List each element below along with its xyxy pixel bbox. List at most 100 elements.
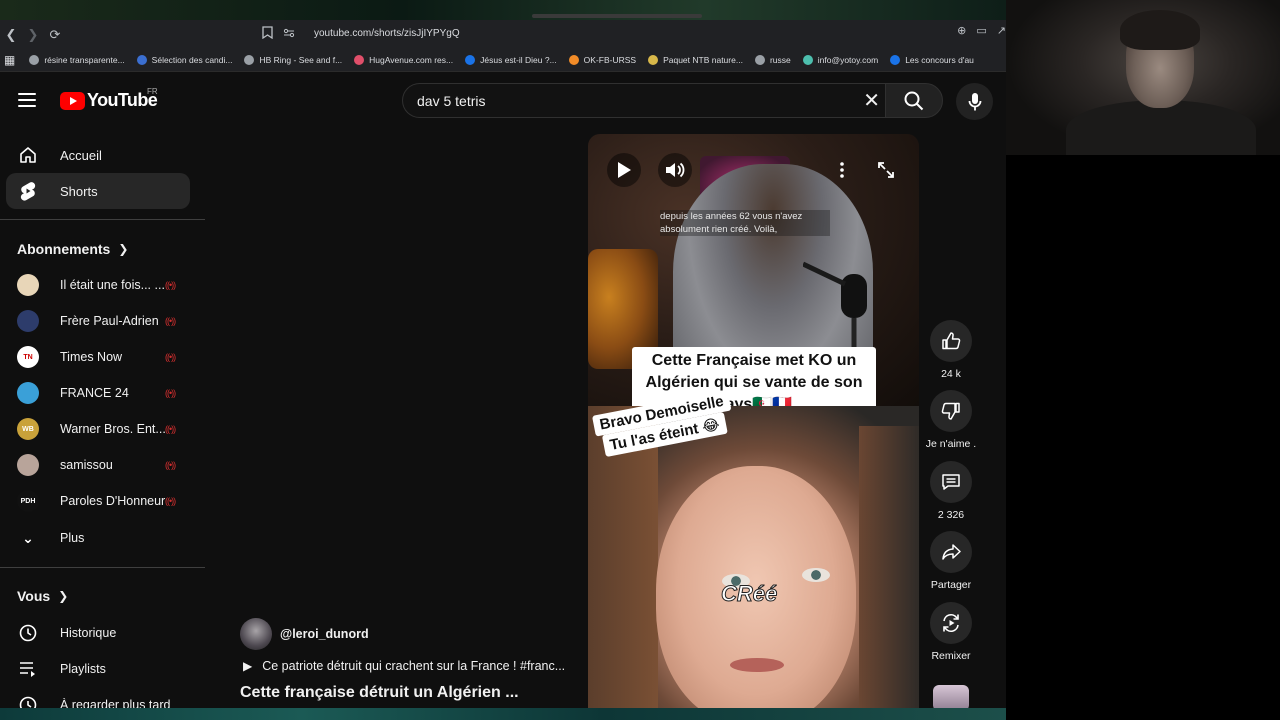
sidebar-item-subscription[interactable]: samissou ((•)) (17, 452, 187, 478)
video-description[interactable]: ▶ Ce patriote détruit qui crachent sur l… (243, 659, 565, 673)
expand-icon (878, 162, 894, 178)
sidebar-item-subscription[interactable]: Il était une fois... ... ((•)) (17, 272, 187, 298)
chevron-right-icon: ❯ (58, 589, 69, 603)
bookmark-item[interactable]: résine transparente... (29, 55, 125, 65)
bookmark-item[interactable]: Paquet NTB nature... (648, 55, 743, 65)
playlist-icon (17, 658, 39, 680)
channel-avatar (17, 454, 39, 476)
share-action[interactable]: Partager (926, 531, 976, 591)
sidebar-item-more[interactable]: ⌄ Plus (17, 525, 187, 551)
play-button[interactable] (607, 153, 641, 187)
live-indicator-icon: ((•)) (165, 460, 176, 470)
volume-button[interactable] (658, 153, 692, 187)
dislike-action[interactable]: Je n'aime . (926, 390, 976, 450)
zoom-icon[interactable]: ⊕ (957, 24, 966, 37)
bookmark-item[interactable]: Les concours d'au (890, 55, 974, 65)
divider (0, 567, 205, 568)
share-button[interactable] (930, 531, 972, 573)
bookmark-favicon-icon (648, 55, 659, 65)
short-video-player[interactable]: depuis les années 62 vous n'avez absolum… (588, 134, 919, 714)
sidebar-item-accueil[interactable]: Accueil (6, 137, 190, 173)
sidebar-item-subscription[interactable]: Frère Paul-Adrien ((•)) (17, 308, 187, 334)
thumbs-down-icon (941, 402, 960, 420)
bookmark-favicon-icon (754, 55, 765, 65)
history-label: Historique (60, 626, 117, 640)
cast-icon[interactable]: ▭ (976, 24, 986, 37)
youtube-logo[interactable]: YouTube FR (60, 87, 158, 111)
channel-name: Frère Paul-Adrien (60, 314, 159, 328)
sidebar-item-shorts[interactable]: Shorts (6, 173, 190, 209)
tab-indicator[interactable] (532, 14, 702, 18)
more-vertical-icon (840, 162, 844, 178)
comment-action[interactable]: 2 326 (926, 461, 976, 521)
webcam-person-hair (1120, 10, 1200, 50)
video-caption: depuis les années 62 vous n'avez absolum… (660, 210, 830, 236)
address-bar[interactable]: youtube.com/shorts/zisJjIYPYgQ (314, 28, 460, 39)
sidebar-item-subscription[interactable]: TN Times Now ((•)) (17, 344, 187, 370)
bookmark-label: HugAvenue.com res... (369, 55, 454, 65)
bookmark-item[interactable]: HugAvenue.com res... (354, 55, 453, 65)
sidebar-item-label: Shorts (60, 183, 98, 199)
channel-handle[interactable]: @leroi_dunord (280, 627, 369, 641)
reload-icon[interactable]: ⟳ (44, 24, 66, 46)
desktop-taskbar-edge (0, 708, 1006, 720)
like-button[interactable] (930, 320, 972, 362)
forward-icon[interactable]: ❯ (22, 24, 44, 46)
bookmark-item[interactable]: russe (754, 55, 791, 65)
channel-name: samissou (60, 458, 113, 472)
microphone-icon (968, 92, 981, 110)
bookmark-favicon-icon (465, 55, 476, 65)
subscriptions-header[interactable]: Abonnements ❯ (17, 241, 128, 257)
fullscreen-button[interactable] (869, 153, 903, 187)
remix-label: Remixer (931, 650, 971, 662)
apps-icon[interactable]: ▦ (4, 53, 15, 67)
remix-icon (943, 613, 959, 633)
video-title[interactable]: Cette française détruit un Algérien ... (240, 684, 519, 702)
remix-button[interactable] (930, 602, 972, 644)
bookmark-item[interactable]: HB Ring - See and f... (244, 55, 342, 65)
sidebar-item-subscription[interactable]: FRANCE 24 ((•)) (17, 380, 187, 406)
bookmark-favicon-icon (244, 55, 255, 65)
bookmark-favicon-icon (890, 55, 901, 65)
video-frame-bottom (588, 406, 919, 714)
search-input[interactable]: dav 5 tetris ✕ (402, 83, 886, 118)
bookmark-favicon-icon (354, 55, 365, 65)
channel-info[interactable]: @leroi_dunord (240, 618, 369, 650)
like-action[interactable]: 24 k (926, 320, 976, 380)
channel-avatar (17, 310, 39, 332)
thumbs-up-icon (942, 332, 961, 350)
bookmark-item[interactable]: Sélection des candi... (136, 55, 232, 65)
share-page-icon[interactable]: ↗ (997, 24, 1006, 37)
sidebar-item-subscription[interactable]: PDH Paroles D'Honneur ((•)) (17, 488, 187, 514)
comment-button[interactable] (930, 461, 972, 503)
bookmark-item[interactable]: OK-FB-URSS (568, 55, 636, 65)
more-options-button[interactable] (825, 153, 859, 187)
sidebar-item-playlists[interactable]: Playlists (17, 656, 187, 682)
browser-toolbar: ❮ ❯ ⟳ youtube.com/shorts/zisJjIYPYgQ ⊕ ▭… (0, 20, 1006, 49)
you-header[interactable]: Vous ❯ (17, 588, 68, 604)
site-info-icon[interactable] (283, 27, 295, 42)
voice-search-button[interactable] (956, 83, 993, 120)
dislike-button[interactable] (930, 390, 972, 432)
channel-name: Paroles D'Honneur (60, 494, 166, 508)
channel-avatar: TN (17, 346, 39, 368)
bookmarks-bar: ▦ résine transparente... Sélection des ca… (0, 49, 1006, 72)
back-icon[interactable]: ❮ (0, 24, 22, 46)
sidebar-item-history[interactable]: Historique (17, 620, 187, 646)
channel-avatar (17, 274, 39, 296)
channel-avatar: WB (17, 418, 39, 440)
live-indicator-icon: ((•)) (165, 352, 176, 362)
empty-area (1006, 155, 1280, 720)
more-label: Plus (60, 531, 85, 545)
channel-avatar[interactable] (240, 618, 272, 650)
bookmark-star-icon[interactable] (262, 26, 273, 42)
remix-action[interactable]: Remixer (926, 602, 976, 662)
bookmark-item[interactable]: info@yotoy.com (802, 55, 878, 65)
menu-icon[interactable] (18, 93, 36, 107)
bookmark-item[interactable]: Jésus est-il Dieu ?... (465, 55, 557, 65)
bookmark-label: Les concours d'au (905, 55, 974, 65)
search-button[interactable] (885, 83, 943, 118)
comment-icon (942, 474, 960, 490)
sidebar-item-subscription[interactable]: WB Warner Bros. Ent... ((•)) (17, 416, 187, 442)
clear-search-icon[interactable]: ✕ (863, 91, 880, 111)
